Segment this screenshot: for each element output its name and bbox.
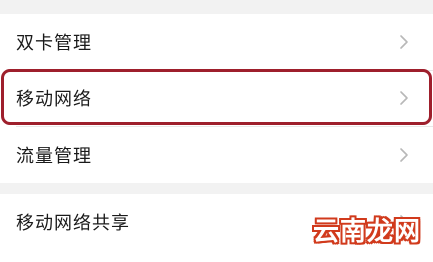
settings-item-label: 移动网络 (16, 89, 92, 110)
chevron-right-icon (400, 148, 408, 162)
chevron-right-icon (400, 91, 408, 105)
watermark-logo: 云南龙网 (312, 217, 421, 247)
settings-group-sim-network: 双卡管理 移动网络 流量管理 (0, 14, 433, 183)
settings-item-mobile-network[interactable]: 移动网络 (0, 70, 433, 126)
settings-item-dual-sim[interactable]: 双卡管理 (0, 14, 433, 70)
settings-item-data-usage[interactable]: 流量管理 (0, 127, 433, 183)
settings-screen: 双卡管理 移动网络 流量管理 移动网络共享 云南龙网 (0, 0, 433, 262)
settings-item-label: 移动网络共享 (16, 213, 130, 234)
settings-item-label: 流量管理 (16, 146, 92, 167)
settings-item-label: 双卡管理 (16, 33, 92, 54)
chevron-right-icon (400, 35, 408, 49)
